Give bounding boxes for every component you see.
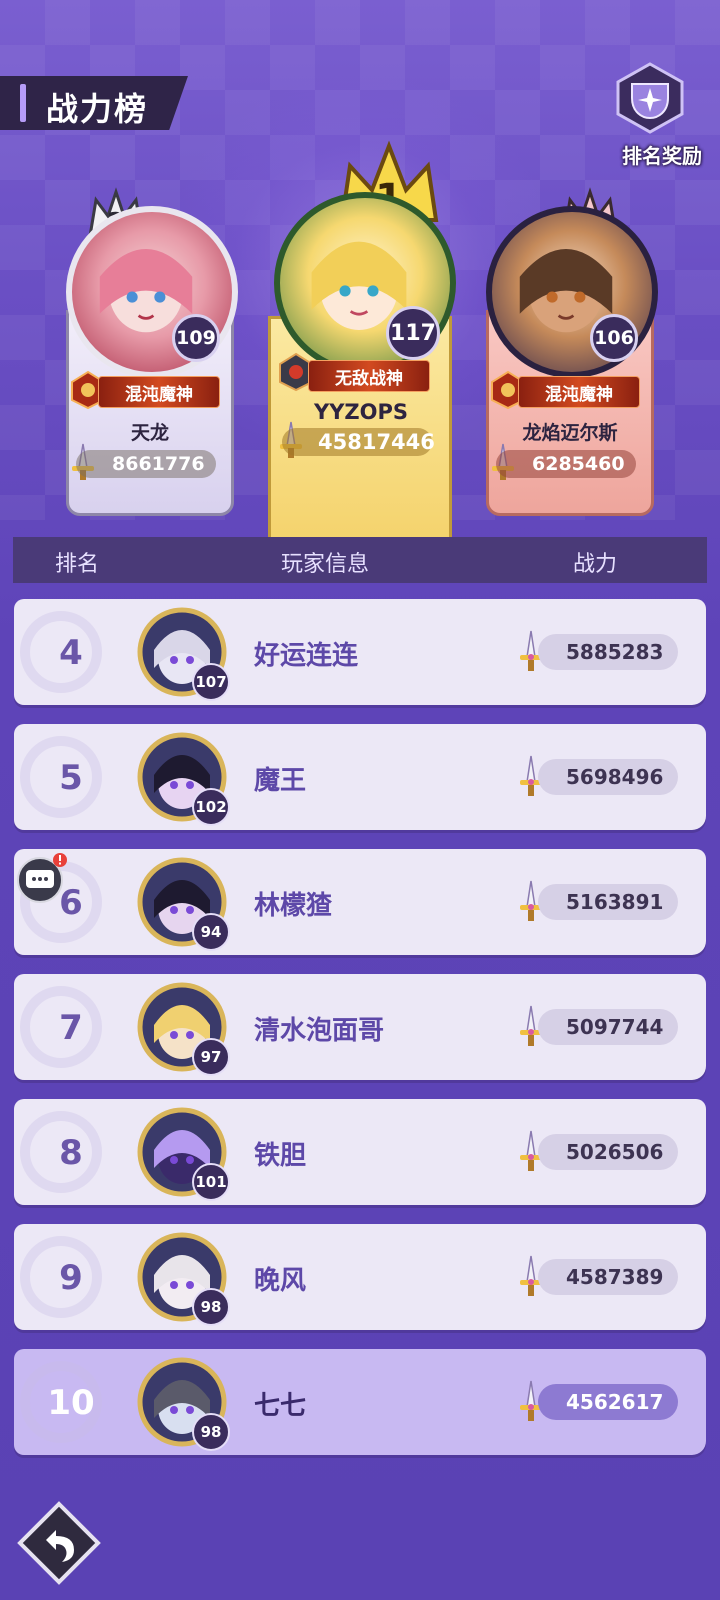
column-power: 战力 [573, 552, 618, 577]
player-level: 117 [386, 306, 440, 360]
player-title-badge: 混沌魔神 [98, 376, 220, 408]
player-power: 5026506 [538, 1134, 678, 1170]
ranking-table-header: 排名 玩家信息 战力 [13, 537, 707, 583]
chat-icon[interactable] [16, 852, 68, 904]
player-level: 106 [590, 314, 638, 362]
player-level: 98 [192, 1288, 230, 1326]
player-power: 5885283 [538, 634, 678, 670]
row-rank: 9 [59, 1258, 83, 1298]
player-name: 晚风 [254, 1266, 307, 1296]
column-rank: 排名 [55, 552, 100, 577]
back-button[interactable] [16, 1500, 102, 1586]
player-name: 七七 [254, 1391, 307, 1421]
player-name: 天龙 [130, 422, 169, 444]
player-name: 清水泡面哥 [254, 1016, 385, 1046]
player-level: 97 [192, 1038, 230, 1076]
player-title-badge: 混沌魔神 [518, 376, 640, 408]
player-name: 林檬猹 [254, 891, 333, 921]
rank-reward-button[interactable]: 排名奖励 [614, 62, 710, 172]
player-name: 好运连连 [254, 641, 359, 671]
ranking-row[interactable]: 4 107 好运连连 5885283 [14, 599, 706, 705]
ranking-row[interactable]: 6 94 林檬猹 5163891 [14, 849, 706, 955]
player-power: 4562617 [538, 1384, 678, 1420]
ranking-row[interactable]: 10 98 七七 4562617 [14, 1349, 706, 1455]
player-level: 107 [192, 663, 230, 701]
podium-second[interactable]: 2 109 混沌魔神 天龙 8661776 [66, 180, 238, 520]
player-power: 5163891 [538, 884, 678, 920]
row-rank: 8 [59, 1133, 83, 1173]
ranking-row[interactable]: 5 102 魔王 5698496 [14, 724, 706, 830]
row-rank: 7 [59, 1008, 83, 1048]
rank-reward-label: 排名奖励 [622, 144, 702, 168]
player-power: 5698496 [538, 759, 678, 795]
player-level: 101 [192, 1163, 230, 1201]
trophy-icon [616, 62, 684, 134]
player-power: 8661776 [76, 450, 216, 478]
title-accent [20, 84, 26, 122]
ranking-row[interactable]: 7 97 清水泡面哥 5097744 [14, 974, 706, 1080]
podium-first[interactable]: 1 117 无敌战神 YYZOPS 45817446 [268, 136, 456, 554]
player-level: 98 [192, 1413, 230, 1451]
row-rank: 5 [59, 758, 83, 798]
row-rank: 4 [59, 633, 83, 673]
ranking-row[interactable]: 9 98 晚风 4587389 [14, 1224, 706, 1330]
column-player: 玩家信息 [281, 552, 370, 577]
player-power: 4587389 [538, 1259, 678, 1295]
player-level: 102 [192, 788, 230, 826]
player-level: 94 [192, 913, 230, 951]
player-name: 魔王 [254, 766, 307, 796]
player-power: 6285460 [496, 450, 636, 478]
player-level: 109 [172, 314, 220, 362]
player-title-badge: 无敌战神 [308, 360, 430, 392]
page-title: 战力榜 [46, 90, 149, 128]
player-power: 45817446 [282, 428, 435, 456]
ranking-row[interactable]: 8 101 铁胆 5026506 [14, 1099, 706, 1205]
player-name: 铁胆 [254, 1141, 307, 1171]
podium-third[interactable]: 3 106 混沌魔神 龙焰迈尔斯 6285460 [486, 180, 658, 520]
row-rank: 10 [47, 1383, 95, 1423]
player-power: 5097744 [538, 1009, 678, 1045]
player-name: 龙焰迈尔斯 [522, 422, 618, 444]
